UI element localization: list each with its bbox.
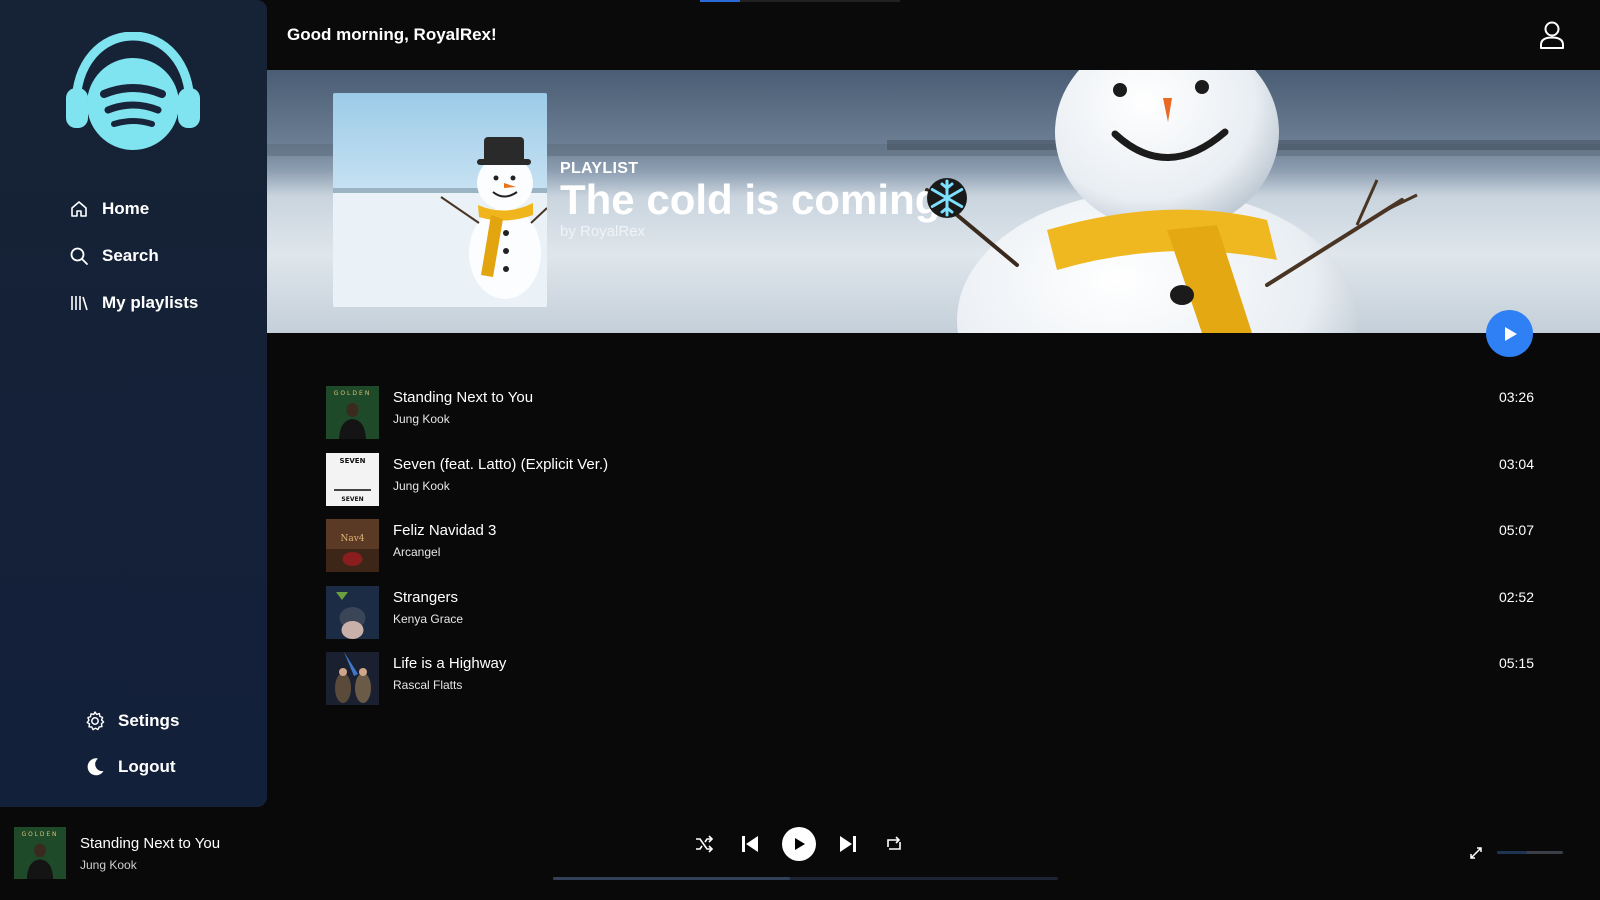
playlist-cover-image (333, 93, 547, 307)
now-playing-artist: Jung Kook (80, 858, 137, 872)
track-duration: 05:15 (1498, 655, 1534, 671)
shuffle-icon (696, 835, 714, 853)
skip-next-icon (840, 836, 856, 852)
table-row[interactable]: Nav4 Feliz Navidad 3 Arcangel 05:07 (326, 519, 1534, 572)
play-icon (795, 838, 805, 850)
svg-text:Nav4: Nav4 (340, 534, 364, 544)
volume-slider[interactable] (1497, 851, 1563, 854)
sidebar-item-logout[interactable]: Logout (84, 754, 179, 780)
shuffle-button[interactable] (690, 830, 718, 858)
track-title: Feliz Navidad 3 (393, 522, 497, 539)
svg-text:GOLDEN: GOLDEN (22, 832, 59, 838)
track-artist: Jung Kook (393, 478, 450, 493)
now-playing-title: Standing Next to You (80, 835, 221, 852)
search-icon (68, 245, 90, 267)
playback-controls (690, 827, 908, 861)
sidebar-item-label: Setings (118, 711, 180, 730)
play-button[interactable] (782, 827, 816, 861)
bottom-nav: Setings Logout (84, 708, 179, 800)
main-nav: Home Search My playlists (68, 196, 198, 337)
track-list: GOLDEN Standing Next to You Jung Kook 03… (326, 386, 1534, 719)
track-artist: Jung Kook (393, 412, 450, 426)
snowflake-icon (925, 176, 969, 220)
sidebar-item-label: Home (102, 199, 150, 218)
playlist-title: The cold is coming (560, 176, 941, 223)
sidebar-item-label: My playlists (102, 293, 199, 312)
gear-icon (84, 710, 106, 732)
moon-icon (84, 756, 106, 778)
track-artist: Kenya Grace (393, 611, 464, 626)
svg-text:GOLDEN: GOLDEN (334, 390, 372, 397)
home-icon (68, 198, 90, 220)
track-title: Standing Next to You (393, 389, 534, 406)
table-row[interactable]: Life is a Highway Rascal Flatts 05:15 (326, 652, 1534, 705)
playlist-owner: by RoyalRex (560, 223, 646, 240)
volume-fill (1497, 851, 1527, 854)
sidebar-item-label: Search (102, 246, 159, 265)
loading-indicator (700, 0, 900, 2)
sidebar-item-search[interactable]: Search (68, 243, 198, 269)
sidebar: Home Search My playlists Setings Logout (0, 0, 267, 807)
playlist-banner: PLAYLIST The cold is coming by RoyalRex (267, 70, 1600, 333)
track-artist: Arcangel (393, 545, 441, 559)
track-cover-image (326, 652, 379, 705)
expand-icon[interactable] (1468, 845, 1484, 861)
svg-text:SEVEN: SEVEN (341, 496, 363, 503)
sidebar-item-my-playlists[interactable]: My playlists (68, 290, 198, 316)
track-duration: 05:07 (1498, 522, 1534, 538)
track-title: Life is a Highway (393, 655, 507, 672)
table-row[interactable]: Strangers Kenya Grace 02:52 (326, 585, 1534, 639)
track-title: Strangers (393, 588, 459, 606)
play-playlist-button[interactable] (1486, 310, 1533, 357)
play-icon (1504, 326, 1517, 341)
track-cover-image (326, 585, 379, 639)
track-duration: 02:52 (1498, 588, 1534, 605)
greeting-text: Good morning, RoyalRex! (287, 25, 497, 44)
track-duration: 03:26 (1498, 389, 1534, 405)
repeat-button[interactable] (880, 830, 908, 858)
library-icon (68, 292, 90, 314)
app: Home Search My playlists Setings Logout … (0, 0, 1600, 900)
sidebar-item-label: Logout (118, 757, 176, 776)
track-artist: Rascal Flatts (393, 678, 463, 692)
svg-text:SEVEN: SEVEN (340, 457, 366, 465)
top-bar: Good morning, RoyalRex! (267, 0, 1600, 70)
now-playing-cover-image[interactable]: GOLDEN (14, 827, 66, 879)
track-duration: 03:04 (1498, 455, 1534, 472)
track-cover-image: SEVEN SEVEN (326, 452, 379, 506)
app-logo-icon[interactable] (64, 31, 202, 156)
player-bar: GOLDEN Standing Next to You Jung Kook (0, 807, 1600, 900)
next-button[interactable] (834, 830, 862, 858)
track-cover-image: Nav4 (326, 519, 379, 572)
skip-previous-icon (742, 836, 758, 852)
table-row[interactable]: GOLDEN Standing Next to You Jung Kook 03… (326, 386, 1534, 439)
previous-button[interactable] (736, 830, 764, 858)
progress-fill (553, 877, 791, 880)
repeat-icon (887, 836, 901, 850)
playback-progress-bar[interactable] (553, 877, 1058, 880)
user-icon[interactable] (1538, 20, 1566, 50)
sidebar-item-settings[interactable]: Setings (84, 708, 179, 734)
track-cover-image: GOLDEN (326, 386, 379, 439)
track-title: Seven (feat. Latto) (Explicit Ver.) (393, 455, 609, 473)
table-row[interactable]: SEVEN SEVEN Seven (feat. Latto) (Explicit… (326, 452, 1534, 506)
sidebar-item-home[interactable]: Home (68, 196, 198, 222)
